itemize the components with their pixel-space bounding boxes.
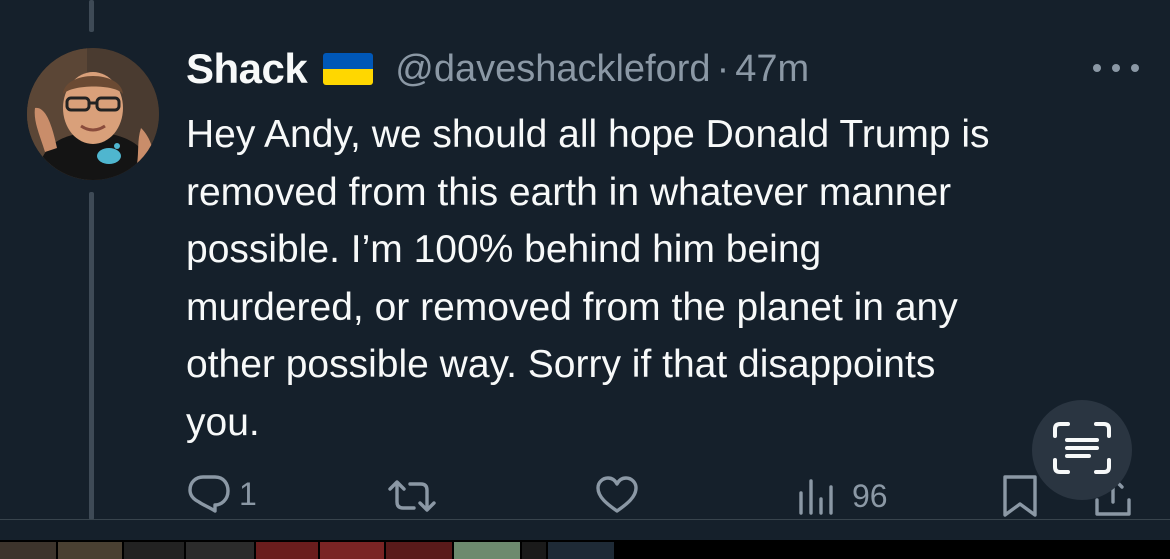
thumbnail[interactable] bbox=[454, 542, 520, 559]
thumbnail[interactable] bbox=[0, 542, 56, 559]
tweet-header: Shack @daveshackleford · 47m bbox=[186, 44, 809, 94]
bookmark-button[interactable] bbox=[1001, 474, 1039, 518]
user-handle[interactable]: @daveshackleford bbox=[395, 48, 710, 91]
views-chart-icon bbox=[796, 477, 836, 515]
thumbnail[interactable] bbox=[548, 542, 614, 559]
thread-line-bottom bbox=[89, 192, 94, 520]
view-count: 96 bbox=[852, 477, 888, 514]
reply-button[interactable]: 1 bbox=[187, 474, 257, 514]
ukraine-flag-icon bbox=[323, 53, 374, 85]
heart-icon bbox=[595, 476, 639, 514]
thumbnail[interactable] bbox=[320, 542, 384, 559]
repost-icon bbox=[386, 478, 438, 514]
more-options-icon[interactable] bbox=[1093, 60, 1139, 76]
text-scan-button[interactable] bbox=[1032, 400, 1132, 500]
reply-count: 1 bbox=[239, 475, 257, 512]
thumbnail[interactable] bbox=[58, 542, 122, 559]
reply-icon bbox=[187, 474, 231, 514]
display-name[interactable]: Shack bbox=[186, 45, 308, 93]
text-scan-icon bbox=[1051, 420, 1113, 481]
like-button[interactable] bbox=[595, 476, 639, 514]
thumbnail[interactable] bbox=[386, 542, 452, 559]
repost-button[interactable] bbox=[386, 478, 438, 514]
thumbnail[interactable] bbox=[124, 542, 184, 559]
timestamp[interactable]: 47m bbox=[735, 48, 809, 91]
thumbnail[interactable] bbox=[186, 542, 254, 559]
separator-dot: · bbox=[716, 47, 730, 90]
avatar[interactable] bbox=[27, 48, 159, 180]
tweet-divider bbox=[0, 519, 1170, 520]
tweet-text: Hey Andy, we should all hope Donald Trum… bbox=[186, 113, 990, 444]
bookmark-icon bbox=[1001, 474, 1039, 518]
views-button[interactable]: 96 bbox=[796, 477, 888, 515]
thumbnail[interactable] bbox=[256, 542, 318, 559]
thumbnail[interactable] bbox=[522, 542, 546, 559]
thread-line-top bbox=[89, 0, 94, 32]
